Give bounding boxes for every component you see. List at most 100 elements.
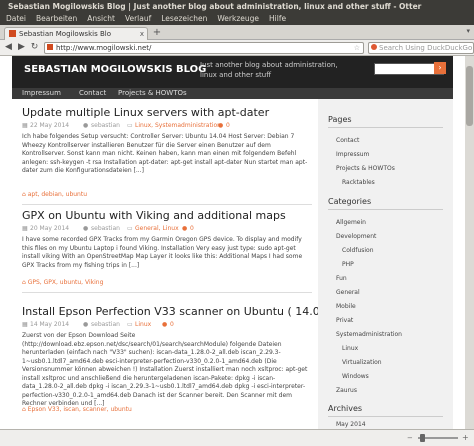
favicon-icon: [9, 30, 16, 37]
sidebar: Pages Contact Impressum Projects & HOWTO…: [318, 99, 453, 429]
back-icon[interactable]: ◀: [3, 42, 14, 53]
search-input[interactable]: Search Using DuckDuckGo: [368, 42, 474, 54]
nav-projects[interactable]: Projects & HOWTOs: [118, 88, 187, 99]
blog-search-button[interactable]: ›: [434, 62, 446, 74]
post-author[interactable]: sebastian: [91, 225, 120, 232]
sidebar-item-fun[interactable]: Fun: [336, 275, 347, 282]
tab-label: Sebastian Mogilowskis Blo: [19, 30, 111, 38]
post-divider: [22, 204, 312, 205]
post-tags-text[interactable]: Epson V33, iscan, scanner, ubuntu: [28, 406, 132, 413]
sidebar-item-racktables[interactable]: Racktables: [342, 179, 375, 186]
menu-verlauf[interactable]: Verlauf: [125, 14, 151, 23]
comment-icon[interactable]: ●: [218, 122, 223, 129]
sidebar-item-systemadministration[interactable]: Systemadministration: [336, 331, 402, 338]
post-excerpt: I have some recorded GPX Tracks from my …: [22, 236, 303, 269]
menu-ansicht[interactable]: Ansicht: [87, 14, 115, 23]
post-title[interactable]: Install Epson Perfection V33 scanner on …: [22, 305, 335, 318]
divider: [328, 209, 443, 210]
sidebar-item-coldfusion[interactable]: Coldfusion: [342, 247, 374, 254]
url-text: http://www.mogilowski.net/: [56, 44, 152, 52]
search-placeholder: Search Using DuckDuckGo: [379, 44, 473, 52]
folder-icon: ▭: [127, 225, 133, 232]
post-meta: ▦ 20 May 2014 ● sebastian ▭ General, Lin…: [22, 225, 310, 235]
sidebar-item-allgemein[interactable]: Allgemein: [336, 219, 366, 226]
vertical-scrollbar[interactable]: [465, 56, 474, 429]
post-comments[interactable]: 0: [170, 321, 174, 328]
sidebar-item-general[interactable]: General: [336, 289, 360, 296]
post-excerpt: Ich habe folgendes Setup versucht: Contr…: [22, 133, 308, 174]
sidebar-item-php[interactable]: PHP: [342, 261, 354, 268]
close-tab-icon[interactable]: x: [140, 28, 144, 40]
blog-header: SEBASTIAN MOGILOWSKIS BLOG Just another …: [12, 56, 453, 88]
window-titlebar: Sebastian Mogilowskis Blog | Just anothe…: [0, 0, 474, 13]
post-list: Update multiple Linux servers with apt-d…: [12, 99, 335, 429]
new-tab-button[interactable]: +: [151, 27, 163, 38]
post-categories[interactable]: General, Linux: [135, 225, 179, 232]
address-field[interactable]: http://www.mogilowski.net/ ☆: [44, 42, 364, 54]
divider: [328, 416, 443, 417]
navigation-bar: ◀ ▶ ↻ http://www.mogilowski.net/ ☆ Searc…: [0, 40, 474, 56]
sidebar-item-windows[interactable]: Windows: [342, 373, 369, 380]
post-comments[interactable]: 0: [226, 122, 230, 129]
folder-icon: ▭: [127, 321, 133, 328]
blog-title[interactable]: SEBASTIAN MOGILOWSKIS BLOG: [24, 64, 206, 75]
sidebar-item-privat[interactable]: Privat: [336, 317, 353, 324]
post-author[interactable]: sebastian: [91, 122, 120, 129]
zoom-out-icon[interactable]: −: [407, 434, 413, 442]
zoom-in-icon[interactable]: +: [462, 433, 469, 442]
post-categories[interactable]: Linux, Systemadministration: [135, 122, 221, 129]
menu-lesezeichen[interactable]: Lesezeichen: [161, 14, 207, 23]
scrollbar-thumb[interactable]: [466, 66, 473, 126]
menu-datei[interactable]: Datei: [6, 14, 26, 23]
menu-bar: Datei Bearbeiten Ansicht Verlauf Lesezeichen…: [0, 13, 474, 25]
author-icon: ●: [83, 122, 89, 129]
calendar-icon: ▦: [22, 321, 28, 328]
sidebar-item-linux[interactable]: Linux: [342, 345, 358, 352]
sidebar-heading-categories: Categories: [328, 197, 372, 206]
menu-bearbeiten[interactable]: Bearbeiten: [36, 14, 77, 23]
nav-impressum[interactable]: Impressum: [22, 88, 61, 99]
post-author[interactable]: sebastian: [91, 321, 120, 328]
folder-icon: ▭: [127, 122, 133, 129]
sidebar-item-zaurus[interactable]: Zaurus: [336, 387, 357, 394]
menu-werkzeuge[interactable]: Werkzeuge: [217, 14, 259, 23]
post-meta: ▦ 22 May 2014 ● sebastian ▭ Linux, Syste…: [22, 122, 310, 132]
calendar-icon: ▦: [22, 225, 28, 232]
sidebar-item-may-2014[interactable]: May 2014: [336, 421, 366, 428]
nav-contact[interactable]: Contact: [79, 88, 106, 99]
post-categories[interactable]: Linux: [135, 321, 151, 328]
sidebar-heading-pages: Pages: [328, 115, 352, 124]
post-title[interactable]: Update multiple Linux servers with apt-d…: [22, 106, 310, 119]
post-comments[interactable]: 0: [190, 225, 194, 232]
post-tags-text[interactable]: apt, debian, ubuntu: [28, 191, 87, 198]
sidebar-item-contact[interactable]: Contact: [336, 137, 359, 144]
sidebar-item-mobile[interactable]: Mobile: [336, 303, 356, 310]
sidebar-item-projects[interactable]: Projects & HOWTOs: [336, 165, 395, 172]
reload-icon[interactable]: ↻: [29, 42, 40, 53]
menu-hilfe[interactable]: Hilfe: [269, 14, 286, 23]
post-date: 20 May 2014: [30, 225, 70, 232]
sidebar-item-impressum[interactable]: Impressum: [336, 151, 369, 158]
sidebar-item-development[interactable]: Development: [336, 233, 376, 240]
post: Install Epson Perfection V33 scanner on …: [22, 305, 335, 413]
page-viewport: SEBASTIAN MOGILOWSKIS BLOG Just another …: [0, 56, 465, 429]
zoom-slider-handle[interactable]: [420, 434, 425, 442]
author-icon: ●: [83, 225, 89, 232]
tab-bar: Sebastian Mogilowskis Blo x + ▾: [0, 25, 474, 40]
blog-nav: Impressum Contact Projects & HOWTOs: [12, 88, 453, 99]
sidebar-heading-archives: Archives: [328, 404, 363, 413]
sidebar-item-virtualization[interactable]: Virtualization: [342, 359, 382, 366]
post-tags-text[interactable]: GPS, GPX, ubuntu, Viking: [28, 279, 104, 286]
post-title[interactable]: GPX on Ubuntu with Viking and additional…: [22, 209, 310, 222]
blog-tagline: Just another blog about administration, …: [200, 61, 338, 79]
comment-icon[interactable]: ●: [162, 321, 167, 328]
window-title: Sebastian Mogilowskis Blog | Just anothe…: [8, 2, 422, 11]
tab-list-icon[interactable]: ▾: [466, 27, 470, 35]
bookmark-star-icon[interactable]: ☆: [354, 43, 360, 53]
post-tags: ⌂ apt, debian, ubuntu: [22, 191, 87, 198]
post: GPX on Ubuntu with Viking and additional…: [22, 209, 312, 293]
comment-icon[interactable]: ●: [182, 225, 187, 232]
post-date: 22 May 2014: [30, 122, 70, 129]
forward-icon[interactable]: ▶: [16, 42, 27, 53]
tab-active[interactable]: Sebastian Mogilowskis Blo x: [4, 27, 148, 40]
